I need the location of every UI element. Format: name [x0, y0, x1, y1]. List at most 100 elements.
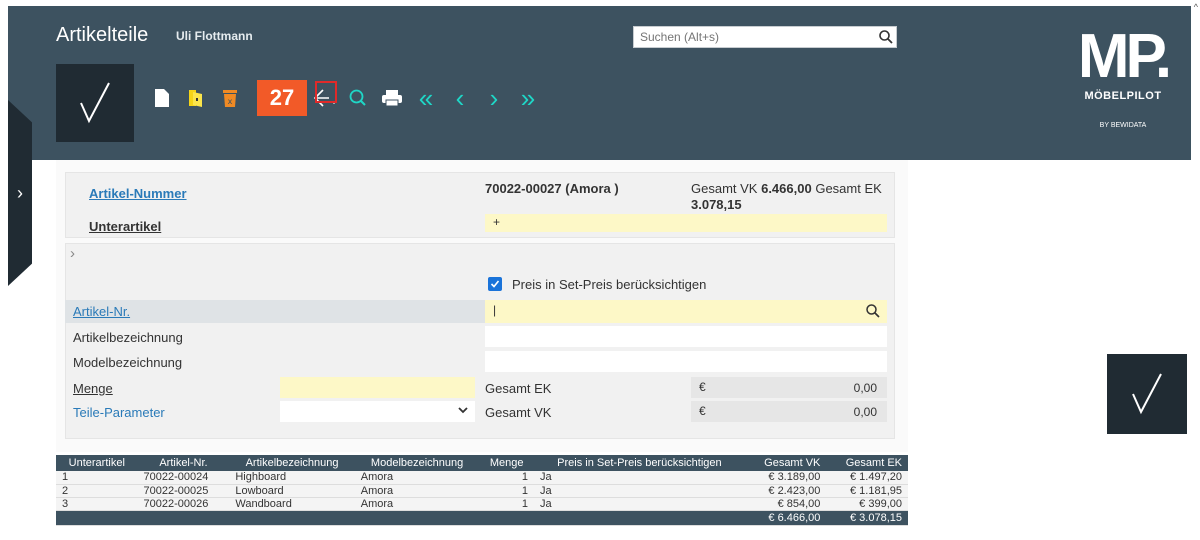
currency-symbol: €	[699, 380, 706, 394]
artikel-nr-link[interactable]: Artikel-Nr.	[73, 304, 130, 319]
save-check-button-right[interactable]	[1107, 354, 1187, 434]
document-icon	[155, 89, 169, 107]
cell: 70022-00025	[137, 484, 230, 498]
magnifier-icon	[349, 89, 366, 106]
gesamt-vk-value: 6.466,00	[761, 181, 812, 196]
unterartikel-add[interactable]: +	[493, 215, 500, 229]
first-record-button[interactable]: «	[412, 82, 440, 113]
col-header[interactable]: Artikel-Nr.	[137, 455, 230, 471]
last-record-button[interactable]: »	[514, 82, 542, 113]
cell: 2	[56, 484, 138, 498]
total-vk: € 6.466,00	[744, 510, 827, 526]
search-tool-button[interactable]	[344, 84, 372, 112]
double-chevron-right-icon: »	[520, 82, 536, 113]
folder-icon	[189, 90, 202, 107]
artikel-nummer-value: 70022-00027 (Amora )	[485, 181, 619, 196]
open-folder-button[interactable]	[182, 84, 210, 112]
total-ek: € 3.078,15	[826, 510, 908, 526]
header: Artikelteile Uli Flottmann x	[8, 6, 1191, 160]
search-icon[interactable]	[876, 27, 896, 47]
cell: € 3.189,00	[744, 471, 827, 485]
table-row[interactable]: 2 70022-00025 Lowboard Amora 1 Ja € 2.42…	[56, 484, 908, 498]
new-document-button[interactable]	[148, 84, 176, 112]
logo: MP. MÖBELPILOT BY BEWIDATA	[1071, 22, 1175, 130]
col-header[interactable]: Gesamt VK	[744, 455, 827, 471]
cell: Lowboard	[229, 484, 355, 498]
save-check-button[interactable]	[56, 64, 134, 142]
cell: € 399,00	[826, 497, 908, 511]
print-button[interactable]	[378, 84, 406, 112]
gesamt-vk-field-label: Gesamt VK	[485, 405, 552, 420]
cell: Amora	[354, 497, 480, 511]
cell: 70022-00024	[137, 471, 230, 485]
gesamt-vk-field: € 0,00	[691, 401, 887, 422]
gesamt-vk-label: Gesamt VK	[691, 181, 758, 196]
currency-symbol: €	[699, 404, 706, 418]
col-header[interactable]: Modelbezeichnung	[354, 455, 480, 471]
double-chevron-left-icon: «	[418, 82, 434, 113]
cell: Ja	[533, 471, 745, 485]
preis-checkbox[interactable]	[488, 277, 502, 291]
col-header[interactable]: Preis in Set-Preis berücksichtigen	[533, 455, 745, 471]
step-badge: 27	[257, 80, 307, 116]
search-icon[interactable]	[865, 303, 881, 322]
cell: Amora	[354, 471, 480, 485]
gesamt-ek-field: € 0,00	[691, 377, 887, 398]
artikel-nr-input[interactable]: |	[485, 300, 887, 323]
next-record-button[interactable]: ›	[480, 83, 508, 113]
cell: € 1.181,95	[826, 484, 908, 498]
gesamt-ek-value: 3.078,15	[691, 197, 742, 212]
sidebar-toggle[interactable]: ›	[8, 100, 32, 286]
expand-chevron-icon[interactable]: ›	[70, 245, 75, 262]
cell: 1	[479, 471, 534, 485]
search-input[interactable]	[634, 27, 876, 47]
artikel-nummer-link[interactable]: Artikel-Nummer	[89, 186, 187, 201]
cell: 3	[56, 497, 138, 511]
check-icon	[80, 82, 110, 124]
cell: Highboard	[229, 471, 355, 485]
check-icon	[1132, 373, 1162, 415]
table-header-row: Unterartikel Artikel-Nr. Artikelbezeichn…	[56, 455, 908, 471]
menge-label: Menge	[73, 381, 113, 396]
user-name: Uli Flottmann	[176, 29, 253, 43]
totals-summary: Gesamt VK 6.466,00 Gesamt EK 3.078,15	[691, 181, 891, 213]
search-box[interactable]	[633, 26, 897, 48]
cell: Wandboard	[229, 497, 355, 511]
preis-checkbox-label: Preis in Set-Preis berücksichtigen	[512, 277, 707, 292]
delete-button[interactable]: x	[216, 84, 244, 112]
artikelbezeichnung-input[interactable]	[485, 326, 887, 347]
gesamt-ek-field-value: 0,00	[853, 381, 877, 395]
cell: 1	[479, 484, 534, 498]
cell: 1	[56, 471, 138, 485]
modelbezeichnung-label: Modelbezeichnung	[73, 355, 183, 370]
cell: Ja	[533, 497, 745, 511]
cell: 1	[479, 497, 534, 511]
gesamt-ek-label: Gesamt EK	[815, 181, 882, 196]
trash-icon: x	[223, 90, 237, 107]
table-total-row: € 6.466,00 € 3.078,15	[56, 510, 908, 526]
chevron-down-icon	[457, 403, 469, 420]
menge-input[interactable]	[280, 377, 475, 398]
chevron-right-icon: ›	[17, 182, 23, 203]
teile-parameter-select[interactable]	[280, 401, 475, 422]
checkmark-icon	[490, 280, 500, 288]
logo-name: MÖBELPILOT	[1084, 90, 1162, 102]
printer-icon	[382, 90, 402, 107]
scroll-up-icon[interactable]: ^	[1194, 2, 1198, 12]
previous-record-button[interactable]: ‹	[446, 83, 474, 113]
artikel-nr-value: |	[493, 303, 497, 317]
page: ^ Artikelteile Uli Flottmann x	[0, 0, 1200, 540]
table-row[interactable]: 1 70022-00024 Highboard Amora 1 Ja € 3.1…	[56, 471, 908, 485]
col-header[interactable]: Gesamt EK	[826, 455, 908, 471]
col-header[interactable]: Unterartikel	[56, 455, 138, 471]
col-header[interactable]: Artikelbezeichnung	[229, 455, 355, 471]
unterartikel-field[interactable]: +	[485, 214, 887, 232]
table-row[interactable]: 3 70022-00026 Wandboard Amora 1 Ja € 854…	[56, 497, 908, 511]
cell: € 2.423,00	[744, 484, 827, 498]
artikelbezeichnung-label: Artikelbezeichnung	[73, 330, 183, 345]
modelbezeichnung-input[interactable]	[485, 351, 887, 372]
cell: € 1.497,20	[826, 471, 908, 485]
teile-parameter-label[interactable]: Teile-Parameter	[73, 405, 165, 420]
logo-mp: MP.	[1077, 22, 1172, 91]
col-header[interactable]: Menge	[479, 455, 534, 471]
